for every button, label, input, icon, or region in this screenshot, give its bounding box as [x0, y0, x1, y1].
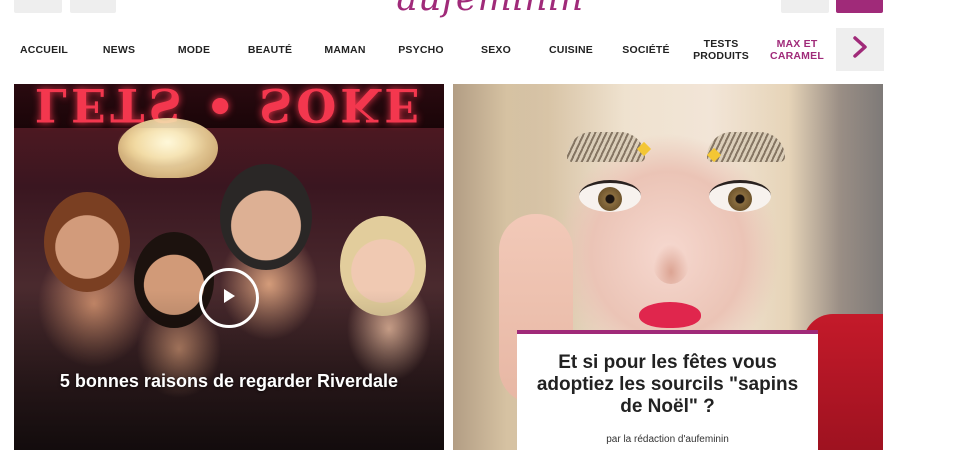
neon-sign: LETS • SOKE [14, 84, 444, 132]
nav-item-sexo[interactable]: SEXO [469, 28, 523, 72]
left-eyebrow-decoration [567, 132, 645, 162]
nav-item-maman[interactable]: MAMAN [316, 28, 374, 72]
ceiling-lamp [118, 118, 218, 178]
nav-item-news[interactable]: NEWS [92, 28, 146, 72]
nav-item-psycho[interactable]: PSYCHO [392, 28, 450, 72]
lips [639, 302, 701, 328]
article-title[interactable]: Et si pour les fêtes vous adoptiez les s… [531, 352, 804, 418]
right-iris [728, 187, 752, 211]
nav-item-accueil[interactable]: ACCUEIL [14, 28, 74, 72]
site-logo[interactable]: aufeminin [0, 0, 980, 18]
person-3 [220, 164, 312, 270]
main-navigation: ACCUEIL NEWS MODE BEAUTÉ MAMAN PSYCHO SE… [0, 28, 980, 72]
top-right-button[interactable] [781, 0, 829, 13]
nav-item-mode[interactable]: MODE [166, 28, 222, 72]
nav-item-cuisine[interactable]: CUISINE [541, 28, 601, 72]
right-eye [709, 180, 771, 212]
nose [653, 244, 689, 284]
nav-item-societe[interactable]: SOCIÉTÉ [617, 28, 675, 72]
left-eye [579, 180, 641, 212]
neon-sign-text: LETS • SOKE [34, 84, 424, 132]
person-1 [44, 192, 130, 292]
chevron-right-icon [852, 36, 868, 63]
article-card-riverdale[interactable]: LETS • SOKE 5 bonnes raisons de regarder… [14, 84, 444, 450]
nav-item-max-et-caramel[interactable]: MAX ET CARAMEL [766, 28, 828, 72]
right-eyebrow-decoration [707, 132, 785, 162]
play-icon [222, 288, 236, 309]
top-right-account-button[interactable] [836, 0, 883, 13]
article-title[interactable]: 5 bonnes raisons de regarder Riverdale [34, 370, 424, 392]
nav-next-button[interactable] [836, 28, 884, 71]
article-author: par la rédaction d'aufeminin [606, 434, 729, 445]
article-card-sourcils[interactable]: Et si pour les fêtes vous adoptiez les s… [453, 84, 883, 450]
left-iris [598, 187, 622, 211]
nav-item-tests-produits[interactable]: TESTS PRODUITS [690, 28, 752, 72]
nav-item-beaute[interactable]: BEAUTÉ [240, 28, 300, 72]
video-play-button[interactable] [199, 268, 259, 328]
article-caption-box: Et si pour les fêtes vous adoptiez les s… [517, 330, 818, 450]
